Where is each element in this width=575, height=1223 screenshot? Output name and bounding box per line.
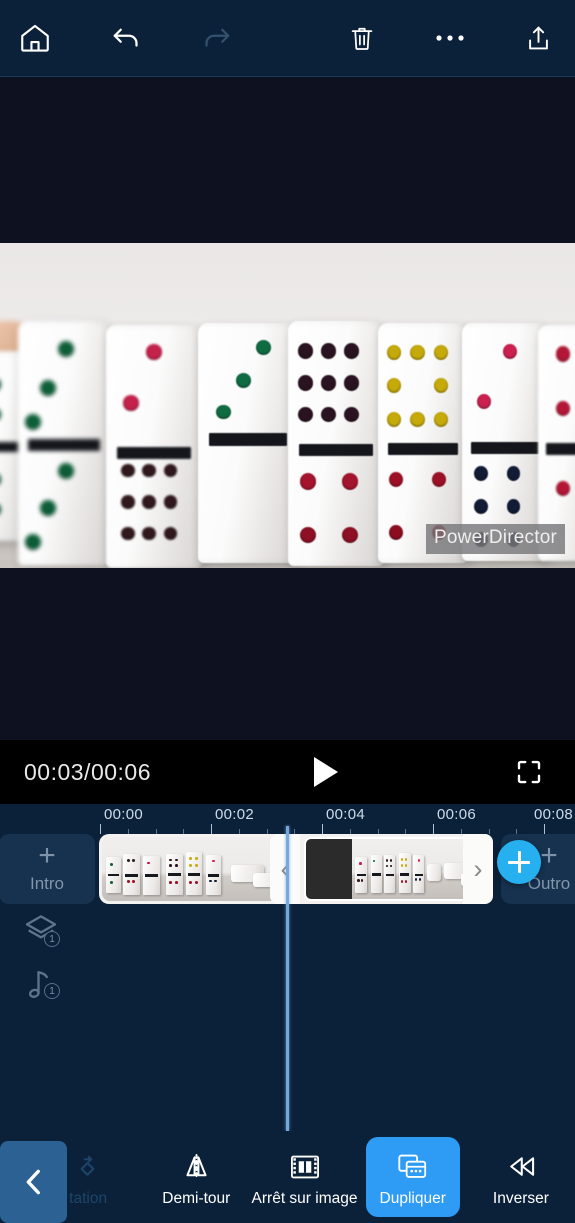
redo-button[interactable] bbox=[185, 6, 249, 70]
video-editor-screen: PowerDirector 00:03/00:06 00:00 00:02 00… bbox=[0, 0, 575, 1223]
player-controls-bar: 00:03/00:06 bbox=[0, 740, 575, 804]
redo-icon bbox=[205, 28, 230, 47]
watermark-label: PowerDirector bbox=[426, 524, 565, 554]
tool-label: Arrêt sur image bbox=[251, 1189, 358, 1207]
more-options-button[interactable] bbox=[418, 6, 482, 70]
fullscreen-button[interactable] bbox=[497, 757, 561, 787]
undo-icon bbox=[113, 28, 138, 47]
domino-tile bbox=[288, 321, 384, 566]
timecode-display: 00:03/00:06 bbox=[24, 758, 152, 785]
layer-track-button[interactable]: 1 bbox=[0, 911, 82, 951]
ruler-label: 00:04 bbox=[326, 806, 366, 823]
tool-label: Dupliquer bbox=[379, 1189, 446, 1207]
tool-label: Inverser bbox=[492, 1189, 549, 1207]
playhead[interactable] bbox=[286, 826, 289, 1131]
fullscreen-icon bbox=[517, 760, 541, 784]
audio-count-badge: 1 bbox=[44, 983, 60, 999]
clip-thumbnail bbox=[397, 839, 443, 899]
back-button[interactable] bbox=[0, 1141, 67, 1223]
tool-reverse[interactable]: Inverser bbox=[467, 1131, 575, 1223]
layer-count-badge: 1 bbox=[44, 931, 60, 947]
home-button[interactable] bbox=[3, 6, 67, 70]
tool-label: tation bbox=[69, 1189, 108, 1207]
undo-button[interactable] bbox=[94, 6, 158, 70]
play-icon bbox=[314, 757, 338, 787]
duplicate-icon bbox=[398, 1154, 427, 1178]
clip-thumbnail bbox=[306, 839, 352, 899]
ruler-label: 00:02 bbox=[215, 806, 255, 823]
export-icon bbox=[528, 26, 548, 49]
video-frame-image: PowerDirector bbox=[0, 243, 575, 568]
clip-thumbnail bbox=[164, 837, 226, 901]
trim-handle-left[interactable]: ‹ bbox=[270, 834, 300, 904]
bottom-toolbar: tation Demi-tour Arrêt sur image Dupliqu… bbox=[0, 1131, 575, 1223]
freeze-frame-icon bbox=[290, 1155, 319, 1178]
video-preview[interactable]: PowerDirector bbox=[0, 243, 575, 568]
export-button[interactable] bbox=[506, 6, 570, 70]
reverse-icon bbox=[510, 1157, 535, 1176]
delete-button[interactable] bbox=[330, 6, 394, 70]
ruler-label: 00:06 bbox=[437, 806, 477, 823]
domino-tile bbox=[106, 325, 202, 568]
trim-handle-right[interactable]: › bbox=[463, 834, 493, 904]
plus-icon: + bbox=[540, 838, 558, 872]
ruler-label: 00:00 bbox=[104, 806, 144, 823]
flip-icon bbox=[186, 1153, 207, 1180]
domino-tile bbox=[198, 323, 298, 563]
preview-area[interactable]: PowerDirector bbox=[0, 77, 575, 740]
domino-tile bbox=[18, 321, 110, 566]
plus-icon: + bbox=[38, 838, 56, 872]
rotate-icon bbox=[80, 1155, 95, 1176]
home-icon bbox=[21, 24, 49, 52]
chevron-left-icon bbox=[26, 1169, 40, 1195]
ruler-label: 00:08 bbox=[534, 806, 574, 823]
audio-track-button[interactable]: 1 bbox=[0, 963, 82, 1003]
clip-thumbnail bbox=[351, 839, 397, 899]
clip-thumbnail bbox=[102, 837, 164, 901]
top-toolbar bbox=[0, 0, 575, 77]
play-button[interactable] bbox=[151, 757, 497, 787]
tool-duplicate[interactable]: Dupliquer bbox=[359, 1131, 467, 1223]
tool-label: Demi-tour bbox=[162, 1189, 231, 1207]
timeline-panel[interactable]: 00:00 00:02 00:04 00:06 00:08 + Intro + … bbox=[0, 804, 575, 1131]
more-icon bbox=[436, 35, 464, 41]
tool-flip[interactable]: Demi-tour bbox=[142, 1131, 250, 1223]
video-clip[interactable] bbox=[102, 837, 288, 901]
trash-icon bbox=[351, 27, 373, 50]
chevron-right-icon: › bbox=[473, 853, 483, 884]
tool-freeze-frame[interactable]: Arrêt sur image bbox=[250, 1131, 358, 1223]
add-intro-button[interactable]: + Intro bbox=[0, 834, 95, 904]
intro-label: Intro bbox=[29, 873, 65, 893]
add-media-button[interactable] bbox=[497, 840, 541, 884]
